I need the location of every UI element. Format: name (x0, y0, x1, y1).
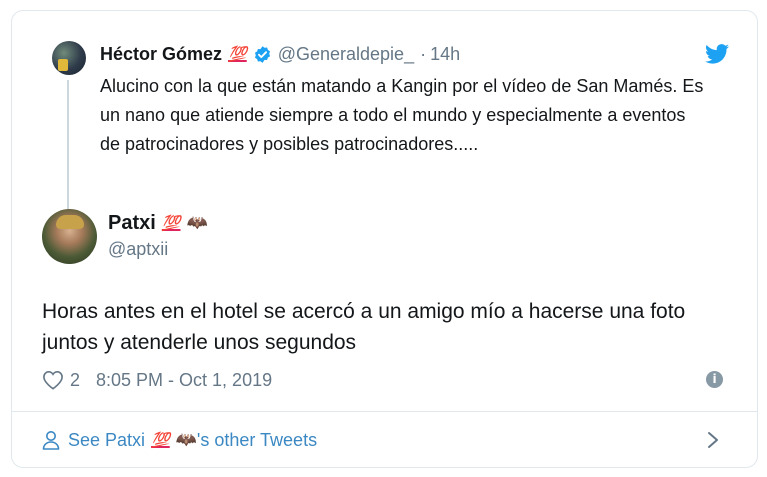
bat-emoji-icon: 🦇 (186, 213, 208, 233)
person-icon (42, 431, 60, 450)
hundred-emoji-icon: 💯 (161, 214, 181, 232)
tweet-card[interactable]: Héctor Gómez 💯 @Generaldepie_ · 14h Aluc… (11, 10, 758, 468)
author-name[interactable]: Patxi (108, 212, 156, 235)
author-handle[interactable]: @aptxii (108, 239, 208, 260)
divider (12, 411, 757, 412)
quoted-avatar[interactable] (52, 41, 86, 75)
hundred-emoji-icon: 💯 (151, 431, 170, 449)
tweet-timestamp[interactable]: 8:05 PM - Oct 1, 2019 (96, 370, 272, 391)
like-count: 2 (70, 369, 81, 390)
tweet-text: Horas antes en el hotel se acercó a un a… (42, 300, 686, 354)
info-icon[interactable]: i (706, 371, 723, 388)
quoted-author-name[interactable]: Héctor Gómez (100, 44, 222, 65)
heart-icon[interactable] (42, 370, 64, 390)
footer-suffix: 's other Tweets (196, 429, 318, 450)
footer-prefix: See Patxi (68, 429, 146, 450)
tweet-meta: 2 8:05 PM - Oct 1, 2019 (42, 368, 272, 392)
bat-emoji-icon: 🦇 (175, 430, 197, 450)
see-other-tweets-link[interactable]: See Patxi 💯 🦇 's other Tweets (42, 427, 317, 453)
quoted-time[interactable]: 14h (430, 44, 460, 65)
quoted-header: Héctor Gómez 💯 @Generaldepie_ · 14h (100, 41, 460, 67)
thread-line (67, 80, 69, 210)
author-avatar[interactable] (42, 209, 97, 264)
chevron-right-icon[interactable] (706, 430, 720, 450)
hundred-emoji-icon: 💯 (228, 45, 247, 63)
verified-badge-icon (254, 45, 270, 63)
separator-dot: · (420, 43, 427, 64)
twitter-bird-icon[interactable] (705, 44, 729, 64)
quoted-handle[interactable]: @Generaldepie_ (278, 44, 414, 65)
quoted-tweet-text: Alucino con la que están matando a Kangi… (100, 76, 704, 154)
author-block: Patxi 💯 🦇 @aptxii (108, 209, 208, 260)
